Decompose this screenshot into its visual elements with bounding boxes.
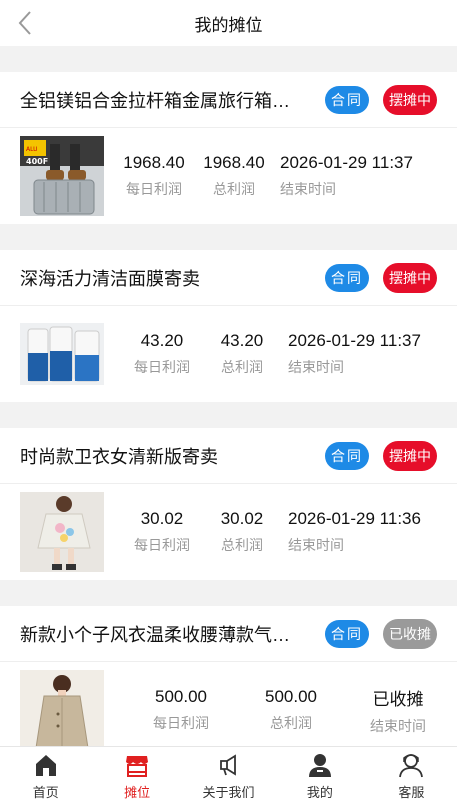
- top-bar: 我的摊位: [0, 0, 457, 46]
- daily-profit-value: 1968.40: [123, 153, 185, 172]
- daily-profit-value: 30.02: [140, 509, 184, 528]
- contract-button[interactable]: 合同: [325, 85, 369, 114]
- product-thumbnail-mask[interactable]: [20, 323, 104, 385]
- stall-stats: 1968.40 每日利润 1968.40 总利润 2026-01-29 11:3…: [104, 153, 457, 199]
- svg-text:ALU: ALU: [26, 146, 38, 153]
- daily-profit: 500.00 每日利润: [126, 687, 236, 733]
- end-time-label: 结束时间: [288, 537, 344, 553]
- status-badge: 摆摊中: [383, 262, 437, 293]
- total-profit: 500.00 总利润: [236, 687, 346, 733]
- total-profit-label: 总利润: [221, 537, 263, 553]
- status-badge: 摆摊中: [383, 84, 437, 115]
- daily-profit: 43.20 每日利润: [122, 331, 202, 377]
- tab-mine-label: 我的: [306, 785, 333, 800]
- daily-profit-label: 每日利润: [153, 715, 209, 731]
- end-time-label: 结束时间: [288, 359, 344, 375]
- stall-card-header: 深海活力清洁面膜寄卖 合同 摆摊中: [0, 250, 457, 306]
- user-icon: [308, 754, 331, 777]
- stall-stats: 43.20 每日利润 43.20 总利润 2026-01-29 11:37 结束…: [104, 331, 457, 377]
- daily-profit-label: 每日利润: [134, 537, 190, 553]
- stall-name[interactable]: 时尚款卫衣女清新版寄卖: [20, 443, 325, 469]
- end-time-label: 结束时间: [280, 181, 336, 197]
- end-time: 2026-01-29 11:37 结束时间: [280, 153, 413, 199]
- daily-profit-label: 每日利润: [126, 181, 182, 197]
- product-thumbnail-hoodie[interactable]: [20, 492, 104, 572]
- total-profit-value: 43.20: [220, 331, 264, 350]
- end-time: 已收摊 结束时间: [358, 685, 438, 736]
- tab-home-label: 首页: [32, 785, 59, 800]
- end-time-value: 已收摊: [372, 689, 424, 709]
- total-profit: 43.20 总利润: [202, 331, 282, 377]
- total-profit-value: 30.02: [220, 509, 264, 528]
- daily-profit: 1968.40 每日利润: [114, 153, 194, 199]
- stall-stats: 30.02 每日利润 30.02 总利润 2026-01-29 11:36 结束…: [104, 509, 457, 555]
- end-time-value: 2026-01-29 11:37: [280, 153, 413, 172]
- stall-card-header: 时尚款卫衣女清新版寄卖 合同 摆摊中: [0, 428, 457, 484]
- status-badge: 已收摊: [383, 618, 437, 649]
- tab-stall[interactable]: 摊位: [91, 747, 182, 806]
- end-time: 2026-01-29 11:36 结束时间: [288, 509, 421, 555]
- total-profit-value: 1968.40: [203, 153, 265, 172]
- stall-card: 全铝镁铝合金拉杆箱金属旅行箱… 合同 摆摊中 ALU 400F 1968.40 …: [0, 72, 457, 224]
- tab-support[interactable]: 客服: [366, 747, 457, 806]
- stall-card-body: ALU 400F 1968.40 每日利润 1968.40 总利润 2026-0…: [0, 128, 457, 224]
- home-icon: [35, 755, 56, 776]
- stall-name[interactable]: 新款小个子风衣温柔收腰薄款气…: [20, 621, 325, 647]
- stall-card-header: 全铝镁铝合金拉杆箱金属旅行箱… 合同 摆摊中: [0, 72, 457, 128]
- total-profit-label: 总利润: [270, 715, 312, 731]
- product-thumbnail-coat[interactable]: [20, 670, 104, 750]
- product-thumbnail-suitcase[interactable]: ALU 400F: [20, 136, 104, 216]
- contract-button[interactable]: 合同: [325, 619, 369, 648]
- end-time-label: 结束时间: [370, 717, 426, 734]
- stall-card: 新款小个子风衣温柔收腰薄款气… 合同 已收摊 500.00 每日利润 500.0…: [0, 606, 457, 758]
- stall-icon: [126, 756, 149, 777]
- stall-list: 全铝镁铝合金拉杆箱金属旅行箱… 合同 摆摊中 ALU 400F 1968.40 …: [0, 46, 457, 758]
- thumbnail-text: 400F: [26, 157, 48, 166]
- daily-profit: 30.02 每日利润: [122, 509, 202, 555]
- total-profit: 30.02 总利润: [202, 509, 282, 555]
- tab-about-label: 关于我们: [202, 785, 255, 800]
- stall-name[interactable]: 深海活力清洁面膜寄卖: [20, 265, 325, 291]
- total-profit-label: 总利润: [213, 181, 255, 197]
- megaphone-icon: [219, 754, 236, 776]
- daily-profit-value: 43.20: [140, 331, 184, 350]
- status-badge: 摆摊中: [383, 440, 437, 471]
- tab-home[interactable]: 首页: [0, 747, 91, 806]
- daily-profit-label: 每日利润: [134, 359, 190, 375]
- stall-card-body: 43.20 每日利润 43.20 总利润 2026-01-29 11:37 结束…: [0, 306, 457, 402]
- total-profit-value: 500.00: [265, 687, 317, 706]
- back-arrow-icon[interactable]: [14, 10, 40, 36]
- stall-card-body: 500.00 每日利润 500.00 总利润 已收摊 结束时间: [0, 662, 457, 758]
- total-profit-label: 总利润: [221, 359, 263, 375]
- contract-button[interactable]: 合同: [325, 441, 369, 470]
- page-title: 我的摊位: [194, 15, 263, 35]
- stall-card-header: 新款小个子风衣温柔收腰薄款气… 合同 已收摊: [0, 606, 457, 662]
- total-profit: 1968.40 总利润: [194, 153, 274, 199]
- end-time: 2026-01-29 11:37 结束时间: [288, 331, 421, 377]
- stall-stats: 500.00 每日利润 500.00 总利润 已收摊 结束时间: [104, 685, 457, 736]
- end-time-value: 2026-01-29 11:36: [288, 509, 421, 528]
- end-time-value: 2026-01-29 11:37: [288, 331, 421, 350]
- contract-button[interactable]: 合同: [325, 263, 369, 292]
- stall-card: 时尚款卫衣女清新版寄卖 合同 摆摊中 30.02 每日利润 30.02 总利润 …: [0, 428, 457, 580]
- tab-mine[interactable]: 我的: [274, 747, 365, 806]
- tab-support-label: 客服: [398, 785, 425, 800]
- tab-about[interactable]: 关于我们: [183, 747, 274, 806]
- support-icon: [399, 754, 424, 778]
- stall-card: 深海活力清洁面膜寄卖 合同 摆摊中 43.20 每日利润 43.20 总利润 2…: [0, 250, 457, 402]
- tab-stall-label: 摊位: [124, 785, 151, 800]
- daily-profit-value: 500.00: [155, 687, 207, 706]
- bottom-tab-bar: 首页 摊位 关于我们 我的 客服: [0, 746, 457, 806]
- stall-card-body: 30.02 每日利润 30.02 总利润 2026-01-29 11:36 结束…: [0, 484, 457, 580]
- stall-name[interactable]: 全铝镁铝合金拉杆箱金属旅行箱…: [20, 87, 325, 113]
